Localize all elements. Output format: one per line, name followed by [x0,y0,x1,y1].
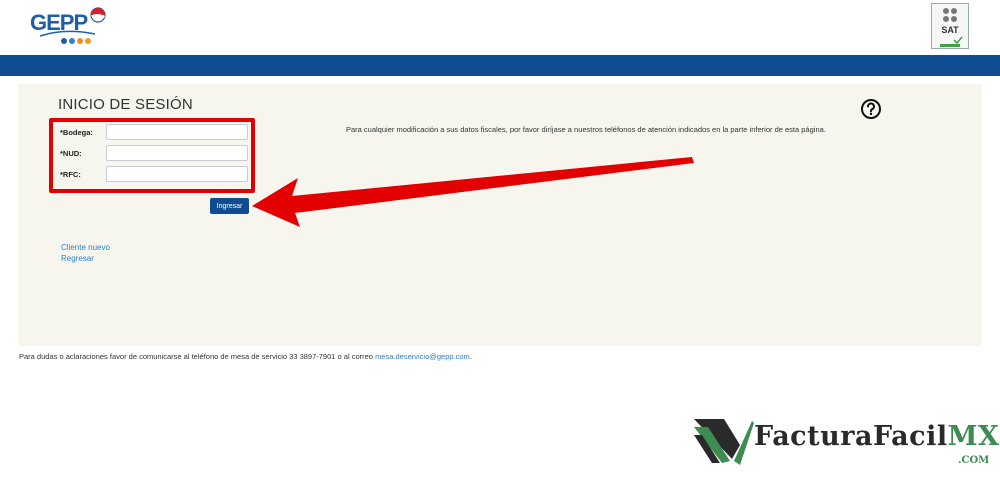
wordmark-domain: .COM [958,455,990,466]
wordmark-suffix: MX [947,421,1000,452]
support-period: . [469,352,472,361]
facturafacil-wordmark: FacturaFacilMX [754,421,999,452]
rfc-label: *RFC: [60,170,81,179]
support-text: Para dudas o aclaraciones favor de comun… [19,352,373,361]
new-client-link[interactable]: Cliente nuevo [61,243,110,252]
gepp-logo: GEPP [30,4,110,50]
login-panel: INICIO DE SESIÓN Para cualquier modifica… [18,84,982,346]
gepp-logo-text: GEPP [30,10,88,35]
nud-input[interactable] [106,145,248,161]
back-link[interactable]: Regresar [61,254,94,263]
help-circle-icon[interactable] [860,98,882,120]
bodega-input[interactable] [106,124,248,140]
sat-logo: SAT [931,3,969,49]
rfc-input[interactable] [106,166,248,182]
login-button[interactable]: Ingresar [210,198,249,214]
bodega-label: *Bodega: [60,128,93,137]
fiscal-data-notice: Para cualquier modificación a sus datos … [346,125,826,134]
sat-logo-text: SAT [941,25,959,35]
nud-label: *NUD: [60,149,82,158]
facturafacil-watermark: FacturaFacilMX .COM [694,419,999,467]
support-email-link[interactable]: mesa.deservicio@gepp.com [375,352,470,361]
wordmark-main: FacturaFacil [754,421,948,452]
page-title: INICIO DE SESIÓN [58,96,193,113]
support-footer: Para dudas o aclaraciones favor de comun… [19,352,472,361]
navigation-bar [0,55,1000,76]
facturafacil-logo-icon [694,419,754,465]
page-header: GEPP SAT [0,0,1000,55]
